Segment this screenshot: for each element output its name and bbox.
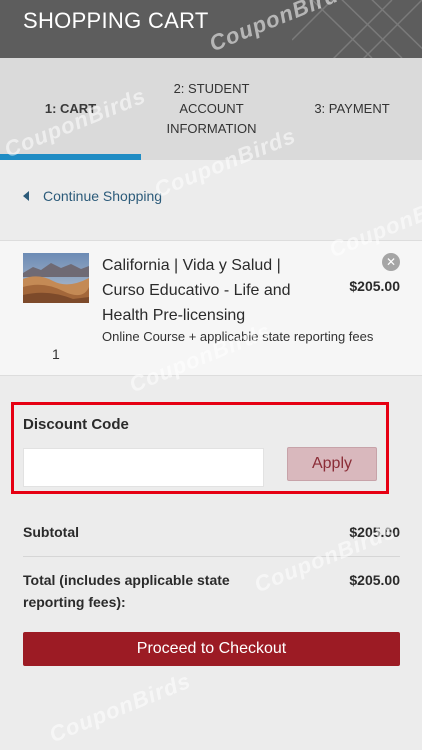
discount-code-input[interactable] [23, 448, 264, 487]
step-payment[interactable]: 3: PAYMENT [282, 58, 422, 160]
course-subtitle: Online Course + applicable state reporti… [102, 329, 374, 344]
continue-shopping-link[interactable]: Continue Shopping [23, 188, 162, 204]
apply-button[interactable]: Apply [287, 447, 377, 481]
close-circle-icon[interactable]: ✕ [382, 253, 400, 271]
active-step-indicator [0, 154, 141, 160]
app-header: SHOPPING CART [0, 0, 422, 58]
subtotal-label: Subtotal [23, 524, 79, 540]
continue-shopping-label: Continue Shopping [43, 188, 163, 204]
proceed-to-checkout-button[interactable]: Proceed to Checkout [23, 632, 400, 666]
total-value: $205.00 [349, 572, 400, 588]
step-student-account[interactable]: 2: STUDENT ACCOUNT INFORMATION [141, 58, 282, 160]
discount-code-label: Discount Code [23, 416, 129, 433]
step-cart-label: 1: CART [44, 101, 97, 116]
step-student-account-label: 2: STUDENT ACCOUNT INFORMATION [166, 81, 257, 136]
step-payment-label: 3: PAYMENT [314, 101, 390, 116]
page-title: SHOPPING CART [23, 8, 209, 33]
caret-left-icon [23, 191, 29, 201]
cart-item: California | Vida y Salud | Curso Educat… [0, 240, 422, 376]
summary-divider [23, 556, 400, 557]
subtotal-value: $205.00 [349, 524, 400, 540]
total-label: Total (includes applicable state reporti… [23, 572, 230, 610]
item-quantity: 1 [52, 346, 60, 362]
header-decoration [292, 0, 422, 58]
desert-dunes-image [23, 253, 89, 303]
checkout-steps: 1: CART 2: STUDENT ACCOUNT INFORMATION 3… [0, 58, 422, 160]
step-cart[interactable]: 1: CART [0, 58, 141, 160]
watermark: CouponBirds [45, 667, 195, 748]
item-price: $205.00 [349, 278, 400, 294]
course-title[interactable]: California | Vida y Salud | Curso Educat… [102, 253, 324, 328]
